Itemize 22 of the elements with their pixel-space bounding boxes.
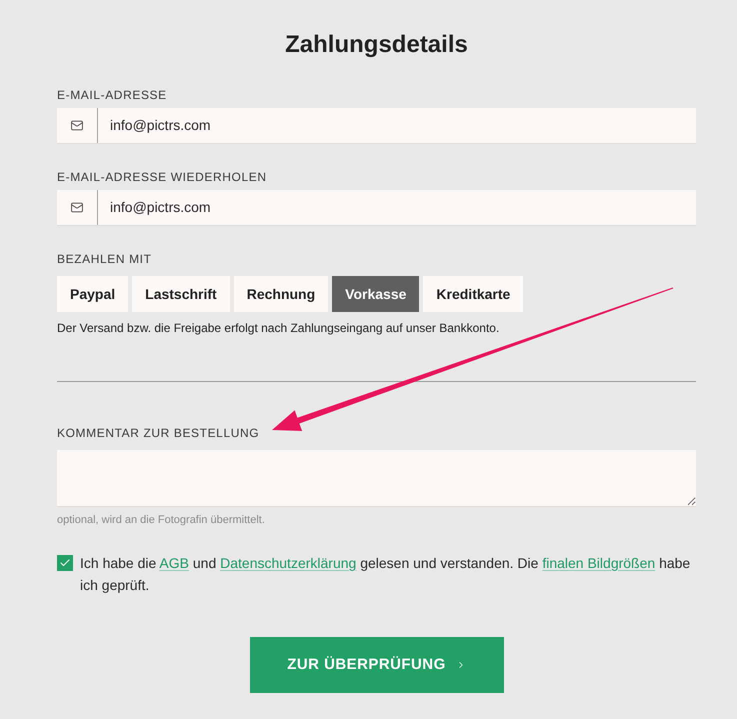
consent-text: Ich habe die AGB und Datenschutzerklärung gelesen und verstanden. Die finalen Bildgrößen habe ich geprüft. bbox=[80, 554, 692, 595]
field-label: KOMMENTAR ZUR BESTELLUNG bbox=[57, 425, 260, 441]
field-label: BEZAHLEN MIT bbox=[57, 251, 152, 267]
check-icon bbox=[59, 557, 71, 569]
field-value: info@pictrs.com bbox=[109, 198, 211, 217]
checkbox[interactable] bbox=[57, 555, 73, 571]
field-value: info@pictrs.com bbox=[109, 116, 211, 135]
payment-tab[interactable]: Paypal bbox=[57, 276, 128, 312]
payment-tab[interactable]: Rechnung bbox=[234, 276, 328, 312]
field-hint: optional, wird an die Fotografin übermittelt. bbox=[57, 513, 265, 527]
mail-icon bbox=[70, 119, 84, 132]
comment-field[interactable] bbox=[57, 450, 696, 507]
email-field[interactable]: info@pictrs.com bbox=[57, 108, 696, 144]
page-title: Zahlungsdetails bbox=[285, 30, 468, 60]
payment-tab[interactable]: Kreditkarte bbox=[423, 276, 524, 312]
payment-tab[interactable]: Lastschrift bbox=[132, 276, 230, 312]
field-label: E-MAIL-ADRESSE bbox=[57, 87, 167, 103]
email-field[interactable]: info@pictrs.com bbox=[57, 190, 696, 226]
payment-note: Der Versand bzw. die Freigabe erfolgt nach Zahlungseingang auf unser Bankkonto. bbox=[57, 320, 500, 336]
field-label: E-MAIL-ADRESSE WIEDERHOLEN bbox=[57, 169, 267, 185]
payment-tab[interactable]: Vorkasse bbox=[332, 276, 420, 312]
mail-icon bbox=[70, 201, 84, 214]
